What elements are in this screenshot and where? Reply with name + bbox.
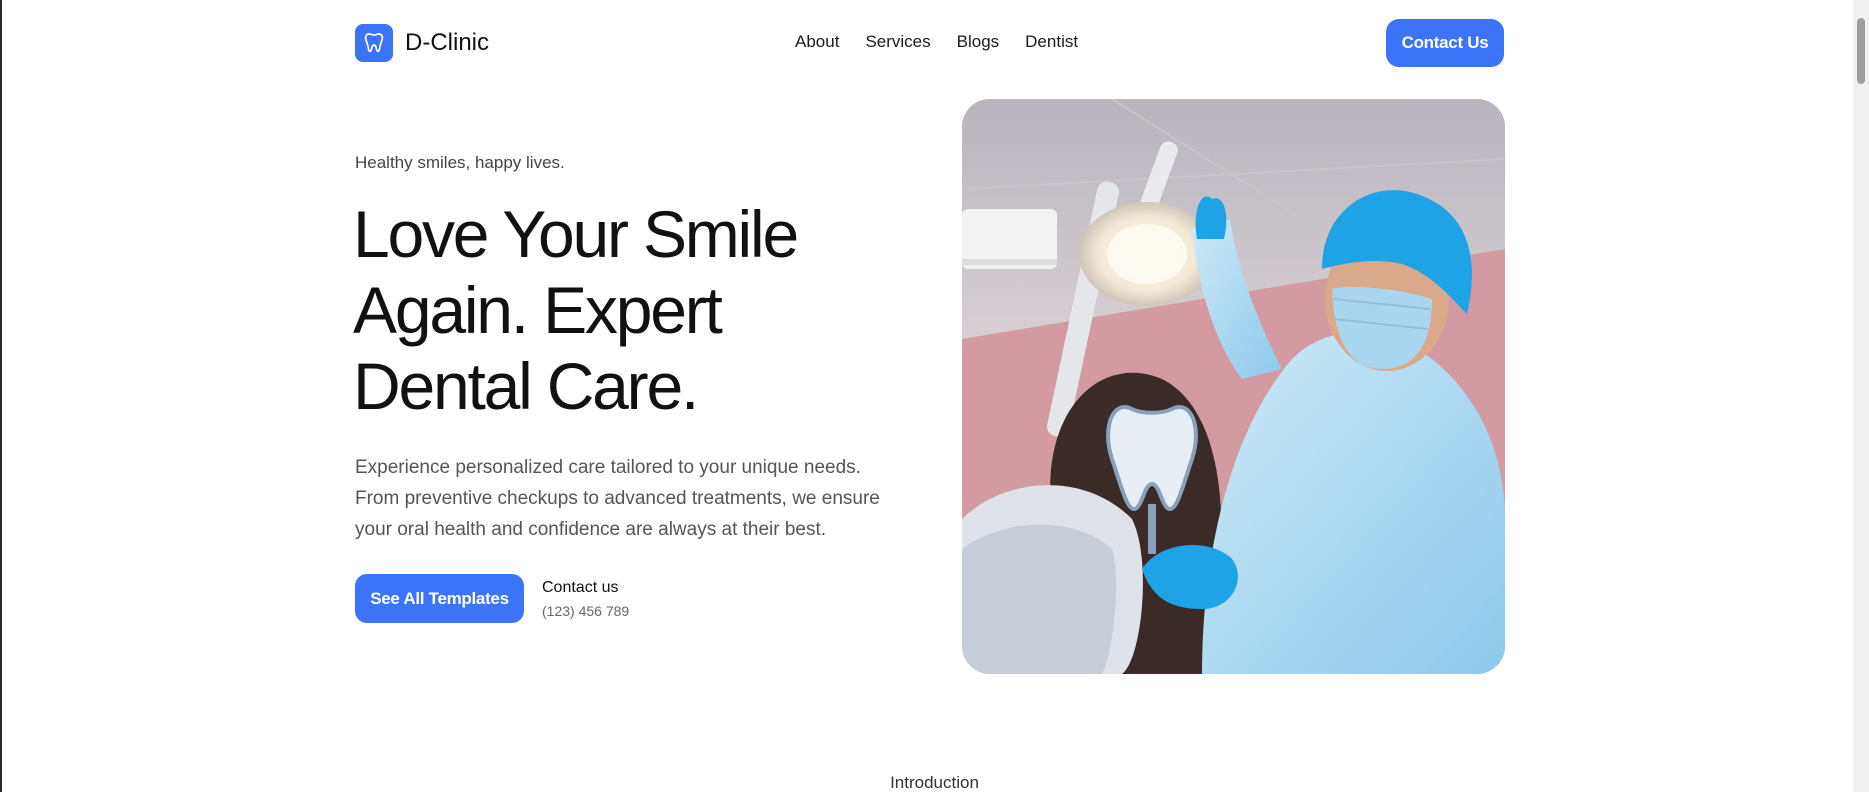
contact-phone[interactable]: (123) 456 789 <box>542 603 629 619</box>
tooth-icon <box>364 33 384 53</box>
hero-description: Experience personalized care tailored to… <box>355 457 880 540</box>
dentist-illustration <box>962 99 1505 674</box>
brand-name: D-Clinic <box>405 29 489 56</box>
contact-us-button[interactable]: Contact Us <box>1386 19 1504 67</box>
nav-dentist[interactable]: Dentist <box>1025 32 1078 52</box>
logo-badge <box>355 24 393 62</box>
brand[interactable]: D-Clinic <box>355 24 489 62</box>
hero-title: Love Your Smile Again. Expert Dental Car… <box>353 197 799 423</box>
contact-label: Contact us <box>542 579 619 596</box>
see-all-templates-button[interactable]: See All Templates <box>355 574 524 623</box>
scrollbar-thumb[interactable] <box>1857 18 1865 84</box>
hero-image <box>962 99 1505 674</box>
introduction-label: Introduction <box>890 773 979 792</box>
site-header: D-Clinic About Services Blogs Dentist Co… <box>355 19 1504 67</box>
nav-about[interactable]: About <box>795 32 839 52</box>
contact-info: Contact us (123) 456 789 <box>542 579 629 619</box>
scrollbar[interactable] <box>1853 0 1869 792</box>
nav-blogs[interactable]: Blogs <box>957 32 1000 52</box>
hero-tagline: Healthy smiles, happy lives. <box>355 153 565 172</box>
nav-services[interactable]: Services <box>865 32 930 52</box>
main-nav: About Services Blogs Dentist <box>795 32 1078 52</box>
window-left-edge <box>0 0 2 792</box>
